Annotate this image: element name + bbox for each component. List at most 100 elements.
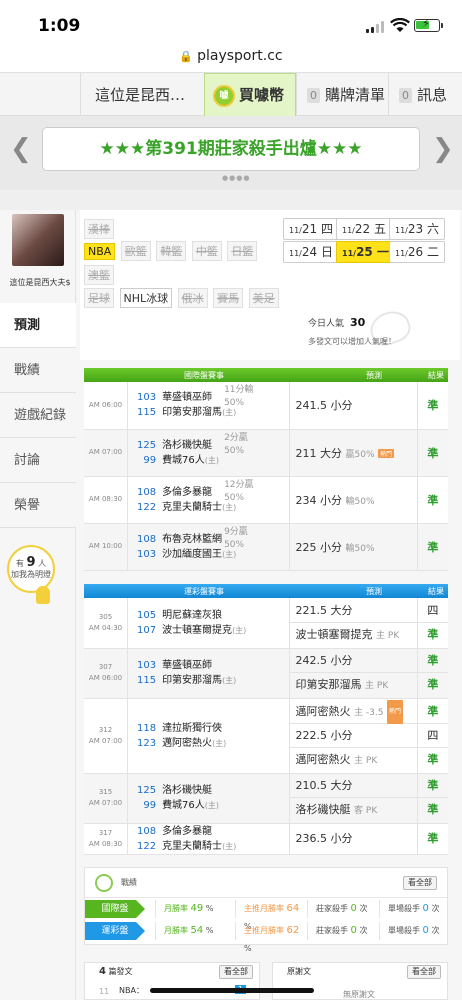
prediction-pick[interactable]: 邁阿密熱火 主 -3.5 熱門 [289, 699, 417, 724]
lottery-prediction-table: 運彩盤賽事 預測 結果 305 AM 04:30 105 明尼蘇達灰狼 107 波士頓塞爾… [84, 584, 448, 855]
result-list: 準準 [416, 773, 448, 824]
away-team-name: 華盛頓巫師 [162, 392, 213, 404]
prediction-pick[interactable]: 236.5 小分 [290, 827, 417, 851]
date-month: 11/ [395, 249, 408, 258]
date-day: 25 [356, 245, 373, 259]
league-chip-nhl[interactable]: NHL冰球 [119, 288, 173, 308]
cart-label: 購牌清單 [325, 86, 386, 104]
game-code: 312 [98, 725, 113, 734]
sidebar-tab-honor[interactable]: 榮譽 [0, 483, 76, 528]
message-link[interactable]: 0 訊息 [388, 73, 462, 117]
league-chip[interactable]: 美足 [248, 288, 279, 308]
buy-coin-button[interactable]: 噱買噱幣 [204, 73, 296, 117]
result-mark: 四 [417, 724, 448, 748]
date-button[interactable]: 11/26 二 [389, 241, 445, 263]
monthly-win-rate-value: 49 [190, 903, 204, 914]
posts-see-all-button[interactable]: 看全部 [219, 965, 253, 979]
prediction-pick[interactable]: 洛杉磯快艇 客 PK [290, 798, 417, 822]
chevron-right-icon[interactable]: ❯ [432, 134, 454, 164]
game-time: AM 06:00 [84, 382, 128, 430]
date-weekday: 日 [320, 245, 333, 259]
league-chip[interactable]: 中籃 [191, 241, 222, 261]
post-title[interactable]: NBA： [119, 985, 144, 996]
prediction[interactable]: 211 大分 贏50% 熱門 [288, 429, 418, 477]
sidebar-tab-record[interactable]: 戰績 [0, 348, 76, 393]
home-team-name: 邁阿密熱火 [162, 737, 213, 749]
prediction-pick[interactable]: 邁阿密熱火 主 PK [290, 748, 417, 772]
date-button[interactable]: 11/23 六 [389, 218, 445, 240]
away-team-name: 多倫多暴龍 [162, 486, 213, 498]
sidebar-tab-predict[interactable]: 預測 [0, 303, 77, 348]
monthly-win-rate-label: 月勝率 [164, 904, 188, 913]
record-label: 國際盤 [85, 900, 145, 918]
result-mark: 準 [417, 700, 448, 724]
away-number: 125 [136, 439, 157, 451]
result-list: 準 [416, 823, 448, 855]
game-code-time: 315 AM 07:00 [84, 773, 128, 824]
league-chip[interactable]: 足球 [84, 288, 114, 308]
prediction-pick[interactable]: 波士頓塞爾提克 主 PK [290, 623, 417, 647]
prediction-pick[interactable]: 印第安那溜馬 主 PK [290, 673, 417, 697]
home-marker: (主) [222, 676, 237, 685]
table-row: 305 AM 04:30 105 明尼蘇達灰狼 107 波士頓塞爾提克(主) 221.5 大… [84, 598, 448, 649]
prediction[interactable]: 241.5 小分 [288, 382, 418, 430]
league-chip[interactable]: 澳籃 [84, 265, 114, 285]
prediction-pick[interactable]: 242.5 小分 [289, 649, 417, 673]
date-button[interactable]: 11/21 四 [283, 218, 339, 240]
chevron-left-icon[interactable]: ❮ [10, 134, 32, 164]
posts-title: 篇發文 [108, 967, 133, 976]
league-chip[interactable]: 俄冰 [177, 288, 208, 308]
league-chip-nba[interactable]: NBA [84, 243, 116, 260]
prediction-pick[interactable]: 221.5 大分 [289, 599, 417, 623]
posts-count: 4 [99, 966, 106, 977]
address-bar[interactable]: 🔒 playsport.cc [0, 48, 462, 72]
popularity: 今日人氣 30 [308, 316, 365, 329]
replies-see-all-button[interactable]: 看全部 [407, 965, 441, 979]
handicap: 11分輸 50% [224, 384, 264, 410]
avatar[interactable] [12, 214, 64, 266]
game-code: 317 [98, 828, 113, 837]
date-month: 11/ [289, 226, 302, 235]
league-chip[interactable]: 漢棒 [84, 219, 114, 239]
date-button-selected[interactable]: 11/25 一 [336, 241, 395, 263]
league-chip[interactable]: 韓籃 [156, 241, 187, 261]
home-number: 122 [136, 501, 157, 513]
prediction-pick[interactable]: 222.5 小分 [289, 724, 417, 748]
league-chip[interactable]: 賽馬 [213, 288, 244, 308]
league-chip[interactable]: 日籃 [227, 241, 258, 261]
sidebar-tab-discussion[interactable]: 討論 [0, 438, 76, 483]
pick-text: 波士頓塞爾提克 [295, 627, 373, 641]
league-chip[interactable]: 歐籃 [120, 241, 151, 261]
result-mark: 準 [416, 382, 448, 430]
banker-killer-value: 0 [350, 925, 357, 936]
away-team-name: 多倫多暴龍 [162, 825, 213, 837]
nav-user-link[interactable]: 這位是昆西… [80, 73, 204, 117]
cart-link[interactable]: 0 購牌清單 [296, 73, 388, 117]
record-label: 運彩盤 [85, 922, 145, 940]
record-header: 戰績 看全部 [85, 868, 447, 898]
banner-link[interactable]: ★★★第391期莊家殺手出爐★★★ [42, 127, 420, 171]
prediction[interactable]: 225 小分 輸50% [288, 523, 418, 571]
pick-text: 236.5 小分 [295, 831, 353, 845]
date-button[interactable]: 11/24 日 [283, 241, 339, 263]
pick-text: 邁阿密熱火 [295, 752, 351, 766]
pick-text: 242.5 小分 [295, 654, 353, 667]
home-number: 123 [136, 737, 157, 749]
away-team: 103 華盛頓巫師 [132, 390, 288, 405]
prediction-pick[interactable]: 210.5 大分 [289, 774, 417, 798]
replies-title: 原謝文 [287, 967, 311, 976]
date-button[interactable]: 11/22 五 [336, 218, 392, 240]
home-number: 107 [136, 624, 157, 636]
sidebar-tab-game-log[interactable]: 遊戲紀錄 [0, 393, 76, 438]
home-team-name: 克里夫蘭騎士 [162, 501, 223, 513]
fans-lightbulb-button[interactable]: 有 9 人 加我為明燈 [7, 545, 55, 593]
game-time: AM 04:30 [88, 623, 123, 632]
header-result: 結果 [428, 586, 444, 596]
main-pick-win-rate-value: 64 [286, 903, 300, 914]
record-see-all-button[interactable]: 看全部 [403, 876, 437, 890]
prediction[interactable]: 234 小分 輸50% [288, 476, 418, 524]
pick-text: 印第安那溜馬 [295, 678, 362, 691]
matchup: 118 達拉斯獨行俠 123 邁阿密熱火(主) [127, 698, 290, 774]
result-mark: 準 [416, 429, 448, 477]
profile-name: 這位是昆西大夫$ [9, 278, 71, 287]
